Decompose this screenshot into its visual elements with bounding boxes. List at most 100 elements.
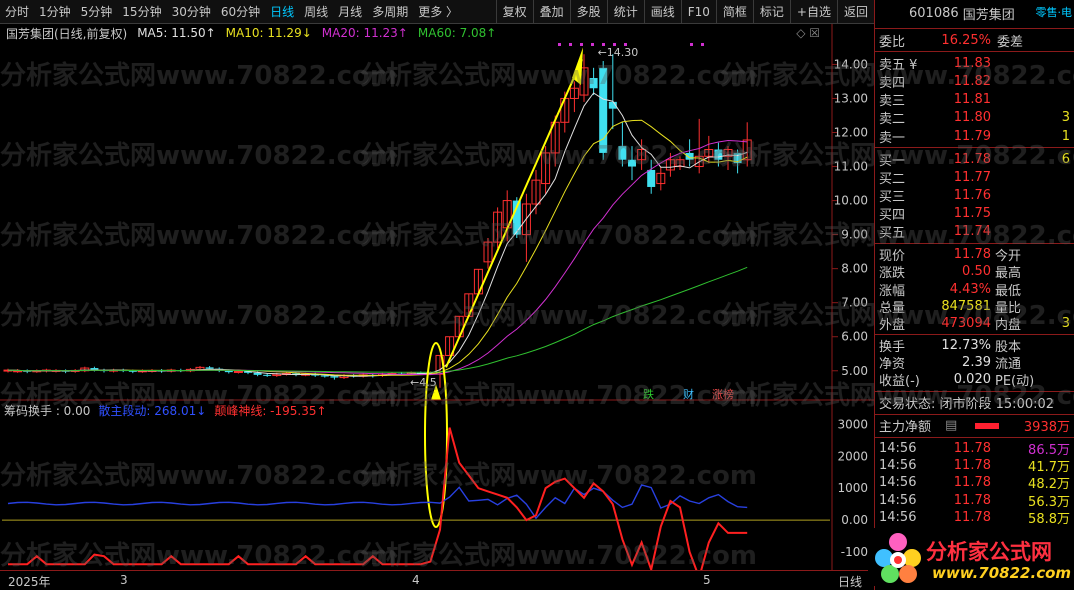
- signal-dot: [580, 43, 583, 46]
- indicator-name: 筹码换手 : 0.00: [4, 404, 91, 418]
- wecha-label: 委差: [997, 34, 1024, 50]
- quote-details: 现价 11.78 今开 涨跌 0.50 最高 涨幅 4.43% 最低 总量 847581 量比 外盘 47…: [875, 246, 1074, 333]
- mark-finance: 财: [683, 387, 694, 401]
- tick-volume: 56.3万: [1028, 494, 1070, 510]
- candle-body: [647, 169, 656, 187]
- order-label: 买三: [879, 190, 906, 206]
- info-label: 换手: [879, 340, 906, 356]
- stock-name: 国芳集团: [962, 7, 1015, 23]
- quote-row: 涨跌 0.50 最高: [875, 263, 1074, 282]
- tick-time: 14:56: [879, 509, 917, 525]
- order-row: 卖一 11.79 1: [875, 127, 1074, 146]
- price-chart[interactable]: ←4.5 ←14.30 跌 财 涨榜 3000 2000 1000 0.00 -100 14.0…: [0, 0, 874, 570]
- buy-orders: 买一 11.78 6 买二 11.77 买三 11.76 买四 11.75 买五 11.74: [875, 150, 1074, 242]
- price-label: 14.00: [834, 57, 868, 71]
- candle-body: [320, 375, 329, 377]
- order-price: 11.83: [953, 55, 991, 71]
- order-price: 11.81: [953, 92, 991, 108]
- candle-body: [205, 367, 214, 369]
- indicator-label: 3000: [837, 417, 868, 431]
- order-label: 卖四: [879, 75, 906, 91]
- order-label: 卖三: [879, 94, 906, 110]
- order-row: 买三 11.76: [875, 187, 1074, 205]
- signal-dot: [591, 43, 594, 46]
- tick-time: 14:56: [879, 492, 917, 508]
- tick-price: 11.78: [953, 492, 991, 508]
- quote-row: 总量 847581 量比: [875, 298, 1074, 316]
- quote-value: 473094: [941, 315, 991, 331]
- quote-row: 外盘 473094 内盘 3: [875, 315, 1074, 333]
- order-label: 卖五 ¥: [879, 57, 918, 73]
- quote-value: 11.78: [953, 247, 991, 263]
- tick-time: 14:56: [879, 475, 917, 491]
- blue-series-line: [7, 484, 748, 520]
- quote-label-2: 量比: [995, 300, 1022, 316]
- quote-label: 现价: [879, 249, 906, 265]
- quote-value: 847581: [941, 298, 991, 314]
- tick-time: 14:56: [879, 440, 917, 456]
- trend-arrow-line: [445, 58, 583, 368]
- menu-icon[interactable]: ▤: [945, 418, 963, 433]
- sell-orders: 卖五 ¥ 11.83 卖四 11.82 卖三 11.81 卖二 11.80 3 卖一 11.79 1: [875, 54, 1074, 146]
- info-label: 净资: [879, 357, 906, 373]
- quote-value: 4.43%: [949, 281, 991, 297]
- indicator-s2: 颠峰神线: -195.35↑: [214, 404, 327, 418]
- sector-tag[interactable]: 零售·电: [1036, 4, 1073, 20]
- info-label: 收益(-): [879, 374, 920, 390]
- info-row: 换手 12.73% 股本: [875, 337, 1074, 356]
- indicator-label: 2000: [837, 449, 868, 463]
- quote-value-2: 3: [1061, 315, 1070, 331]
- order-price: 11.75: [953, 206, 991, 222]
- order-row: 卖五 ¥ 11.83: [875, 54, 1074, 73]
- order-price: 11.77: [953, 169, 991, 185]
- info-label-2: 股本: [995, 340, 1022, 356]
- tick-row: 14:56 11.78 41.7万: [875, 457, 1074, 475]
- stock-header: 601086 国芳集团 零售·电: [875, 0, 1074, 26]
- main-flow-row: 主力净额 ▤ 3938万: [875, 417, 1074, 435]
- tick-volume: 86.5万: [1028, 442, 1070, 458]
- webi-value: 16.25%: [941, 32, 991, 48]
- candle-body: [618, 146, 627, 160]
- flower-icon: [875, 533, 921, 583]
- order-row: 卖四 11.82: [875, 72, 1074, 91]
- trade-status: 交易状态: 闭市阶段 15:00:02: [879, 397, 1055, 413]
- info-row: 净资 2.39 流通: [875, 354, 1074, 373]
- price-label: 11.00: [834, 160, 868, 174]
- quote-row: 涨幅 4.43% 最低: [875, 280, 1074, 299]
- info-label-2: PE(动): [995, 374, 1035, 390]
- logo-title: 分析家公式网: [926, 540, 1052, 564]
- order-price: 11.78: [953, 151, 991, 167]
- period-label: 日线: [838, 575, 863, 589]
- tick-time: 14:56: [879, 458, 917, 473]
- order-price: 11.80: [953, 110, 991, 126]
- info-value: 0.020: [953, 372, 991, 388]
- indicator-title-bar: 筹码换手 : 0.00 散主段动: 268.01↓ 颠峰神线: -195.35↑: [4, 402, 327, 419]
- order-label: 买四: [879, 208, 906, 224]
- price-label: 9.00: [841, 228, 868, 242]
- indicator-s1: 散主段动: 268.01↓: [98, 404, 207, 418]
- order-price: 11.79: [953, 128, 991, 144]
- tick-row: 14:56 11.78 56.3万: [875, 491, 1074, 510]
- quote-label: 外盘: [879, 317, 906, 333]
- red-series-line: [8, 427, 748, 570]
- tick-row: 14:56 11.78 86.5万: [875, 440, 1074, 458]
- order-volume: 6: [1061, 151, 1070, 167]
- date-axis: 2025年 3 4 5 日线: [0, 570, 874, 590]
- ma20-line: [7, 139, 748, 376]
- quote-label: 涨幅: [879, 283, 906, 299]
- quote-label-2: 最高: [995, 266, 1022, 282]
- ma60-line: [7, 266, 748, 373]
- quote-label-2: 今开: [995, 249, 1022, 265]
- tick-volume: 48.2万: [1028, 477, 1070, 493]
- price-label: 6.00: [841, 330, 868, 344]
- tick-list: 14:56 11.78 86.5万 14:56 11.78 41.7万 14:56 11.78…: [875, 440, 1074, 527]
- candle-body: [233, 370, 243, 373]
- order-row: 买五 11.74: [875, 223, 1074, 241]
- indicator-label: 1000: [837, 481, 868, 495]
- webi-label: 委比: [879, 34, 906, 50]
- tick-row: 14:56 11.78 48.2万: [875, 474, 1074, 493]
- site-logo: 分析家公式网 www.70822.com: [868, 528, 1072, 586]
- ma5-line: [7, 92, 748, 377]
- price-label: 10.00: [834, 194, 868, 208]
- candle-body: [224, 370, 233, 373]
